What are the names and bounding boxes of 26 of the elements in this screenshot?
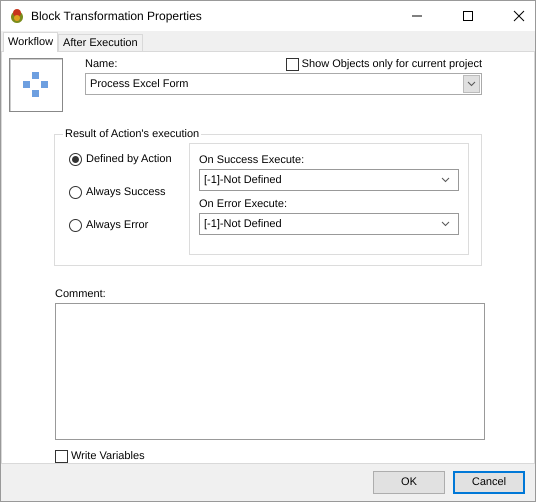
tab[interactable]: After Execution bbox=[58, 34, 143, 51]
radio-option[interactable]: Defined by Action bbox=[69, 152, 175, 166]
on-error-label: On Error Execute: bbox=[199, 198, 288, 210]
chevron-down-icon bbox=[441, 220, 450, 227]
chevron-down-icon bbox=[441, 176, 450, 183]
comment-field[interactable] bbox=[55, 302, 485, 440]
app-icon bbox=[9, 8, 25, 24]
radio-option[interactable]: Always Success bbox=[69, 186, 175, 199]
comment-label: Comment: bbox=[55, 288, 107, 300]
write-variables-checkbox[interactable]: Write Variables bbox=[55, 450, 482, 463]
block-icon bbox=[9, 58, 63, 112]
name-dropdown[interactable]: Process Excel Form bbox=[85, 72, 482, 95]
dialog-button[interactable]: Cancel bbox=[453, 470, 525, 494]
on-success-label: On Success Execute: bbox=[199, 154, 306, 166]
group-title: Result of Action's execution bbox=[63, 128, 202, 140]
on-success-dropdown[interactable]: [-1]-Not Defined bbox=[199, 168, 459, 191]
maximize-icon[interactable] bbox=[462, 10, 474, 22]
show-objects-checkbox[interactable]: Show Objects only for current project bbox=[286, 58, 482, 71]
name-label: Name: bbox=[85, 58, 118, 70]
on-error-dropdown[interactable]: [-1]-Not Defined bbox=[199, 212, 459, 235]
tab[interactable]: Workflow bbox=[3, 32, 58, 52]
close-icon[interactable] bbox=[513, 10, 525, 22]
chevron-down-icon bbox=[467, 80, 476, 87]
dialog-button[interactable]: OK bbox=[373, 470, 445, 494]
radio-option[interactable]: Always Error bbox=[69, 218, 175, 232]
window-title: Block Transformation Properties bbox=[31, 8, 202, 23]
